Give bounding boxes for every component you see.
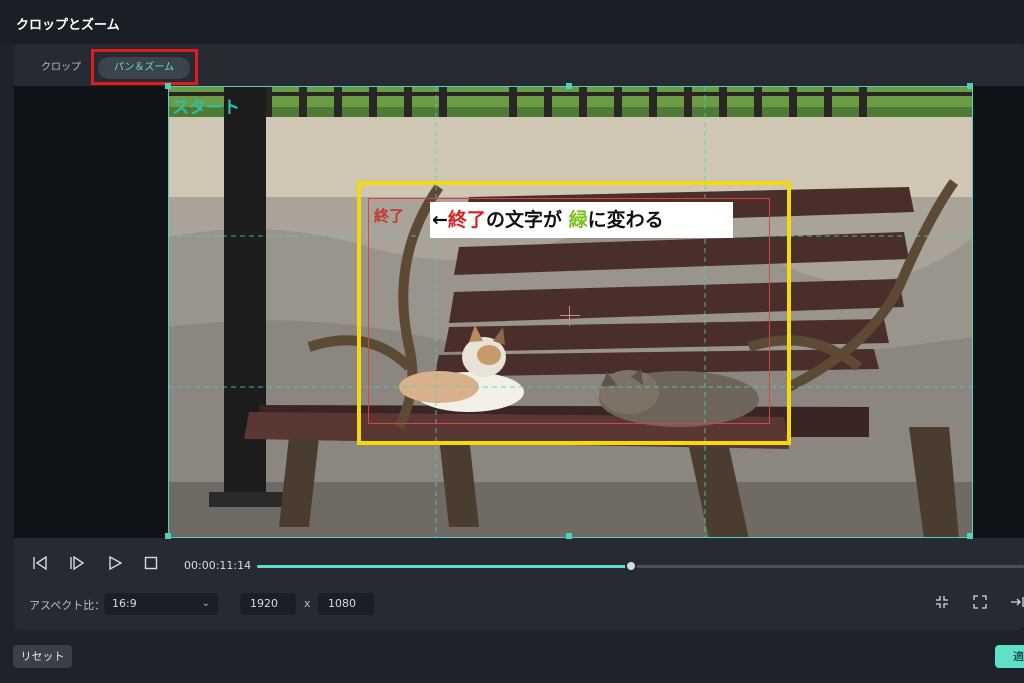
annotation-text-2: に変わる (587, 209, 664, 231)
timeline-progress (257, 565, 631, 568)
arrow-left-icon: ← (432, 209, 448, 231)
apply-button[interactable]: 適 (995, 645, 1024, 668)
start-frame-label: スタート (172, 98, 240, 118)
width-input[interactable]: 1920 (240, 593, 296, 615)
annotation-end-word: 終了 (447, 209, 486, 231)
crop-zoom-window: クロップとズーム クロップ パン＆ズーム スタート 終了 ←終了の文字が 緑に変… (0, 0, 1024, 683)
crop-handle-top-left[interactable] (165, 83, 171, 89)
chevron-down-icon: ⌄ (201, 598, 210, 609)
crop-handle-top-right[interactable] (967, 83, 973, 89)
shrink-icon[interactable] (933, 595, 951, 613)
tab-highlight-box (91, 49, 198, 85)
crop-handle-top-center[interactable] (566, 83, 572, 89)
prev-frame-icon[interactable] (30, 555, 50, 576)
next-frame-icon[interactable] (67, 555, 87, 576)
playback-controls: 00:00:11:14 アスペクト比： 16:9 ⌄ 1920 x 1080 (14, 538, 1024, 630)
timeline-playhead[interactable] (624, 560, 637, 572)
timeline-scrubber[interactable] (257, 560, 1024, 572)
expand-icon[interactable] (971, 595, 989, 613)
aspect-ratio-select[interactable]: 16:9 ⌄ (104, 593, 218, 615)
timecode: 00:00:11:14 (184, 559, 252, 572)
window-title: クロップとズーム (16, 18, 120, 33)
annotation-caption: ←終了の文字が 緑に変わる (430, 202, 733, 238)
stop-icon[interactable] (141, 556, 161, 576)
reset-button[interactable]: リセット (13, 645, 72, 668)
title-bar: クロップとズーム (0, 0, 1024, 44)
annotation-green-word: 緑 (568, 209, 588, 231)
fit-right-icon[interactable] (1008, 595, 1024, 613)
tab-crop[interactable]: クロップ (36, 57, 86, 79)
aspect-ratio-label: アスペクト比： (29, 599, 106, 612)
annotation-text-1: の文字が (485, 209, 562, 231)
aspect-ratio-value: 16:9 (112, 597, 137, 610)
dimension-separator: x (304, 597, 311, 610)
height-input[interactable]: 1080 (318, 593, 374, 615)
play-icon[interactable] (105, 555, 125, 576)
